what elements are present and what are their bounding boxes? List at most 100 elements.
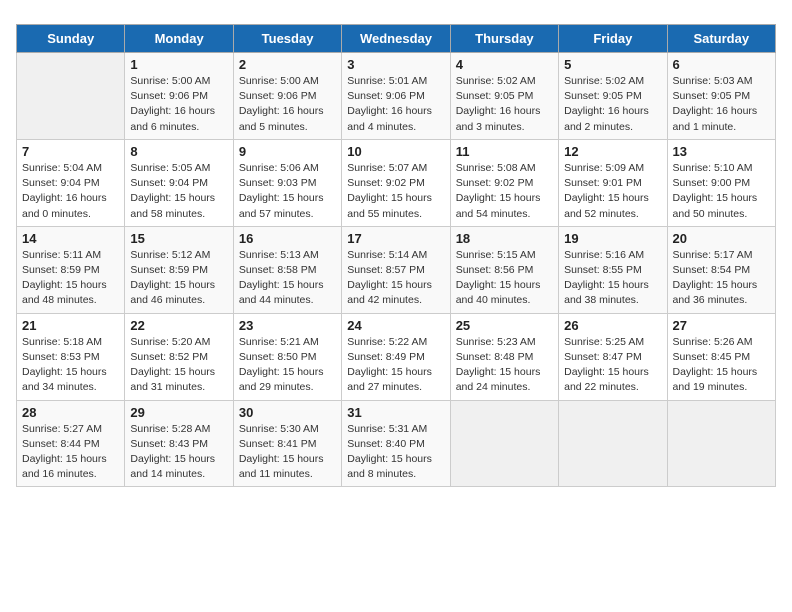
week-row-2: 7 Sunrise: 5:04 AMSunset: 9:04 PMDaylight… xyxy=(17,139,776,226)
day-cell xyxy=(17,53,125,140)
header-cell-tuesday: Tuesday xyxy=(233,25,341,53)
day-cell: 15Sunrise: 5:12 AMSunset: 8:59 PMDayligh… xyxy=(125,226,233,313)
day-number: 6 xyxy=(673,57,770,72)
day-cell: 18 Sunrise: 5:15 AMSunset: 8:56 PMDayligh… xyxy=(450,226,558,313)
day-info: Sunrise: 5:03 AMSunset: 9:05 PMDaylight:… xyxy=(673,74,770,135)
day-cell xyxy=(450,400,558,487)
header-cell-friday: Friday xyxy=(559,25,667,53)
week-row-5: 28 Sunrise: 5:27 AMSunset: 8:44 PMDayligh… xyxy=(17,400,776,487)
day-info: Sunrise: 5:05 AMSunset: 9:04 PMDaylight:… xyxy=(130,161,227,222)
day-cell: 25 Sunrise: 5:23 AMSunset: 8:48 PMDayligh… xyxy=(450,313,558,400)
day-cell: 10 Sunrise: 5:07 AMSunset: 9:02 PMDayligh… xyxy=(342,139,450,226)
day-info: Sunrise: 5:21 AMSunset: 8:50 PMDaylight:… xyxy=(239,335,336,396)
day-cell: 29 Sunrise: 5:28 AMSunset: 8:43 PMDayligh… xyxy=(125,400,233,487)
day-info: Sunrise: 5:16 AMSunset: 8:55 PMDaylight:… xyxy=(564,248,661,309)
day-number: 11 xyxy=(456,144,553,159)
day-info: Sunrise: 5:13 AMSunset: 8:58 PMDaylight:… xyxy=(239,248,336,309)
day-number: 21 xyxy=(22,318,119,333)
day-cell: 22 Sunrise: 5:20 AMSunset: 8:52 PMDayligh… xyxy=(125,313,233,400)
day-number: 13 xyxy=(673,144,770,159)
day-info: Sunrise: 5:08 AMSunset: 9:02 PMDaylight:… xyxy=(456,161,553,222)
day-number: 25 xyxy=(456,318,553,333)
day-info: Sunrise: 5:27 AMSunset: 8:44 PMDaylight:… xyxy=(22,422,119,483)
day-info: Sunrise: 5:02 AMSunset: 9:05 PMDaylight:… xyxy=(456,74,553,135)
day-info: Sunrise: 5:14 AMSunset: 8:57 PMDaylight:… xyxy=(347,248,444,309)
calendar-table: SundayMondayTuesdayWednesdayThursdayFrid… xyxy=(16,24,776,487)
day-number: 12 xyxy=(564,144,661,159)
day-number: 22 xyxy=(130,318,227,333)
day-cell: 3 Sunrise: 5:01 AMSunset: 9:06 PMDaylight… xyxy=(342,53,450,140)
day-cell: 27 Sunrise: 5:26 AMSunset: 8:45 PMDayligh… xyxy=(667,313,775,400)
day-cell: 2 Sunrise: 5:00 AMSunset: 9:06 PMDaylight… xyxy=(233,53,341,140)
day-number: 23 xyxy=(239,318,336,333)
day-number: 29 xyxy=(130,405,227,420)
day-info: Sunrise: 5:00 AMSunset: 9:06 PMDaylight:… xyxy=(239,74,336,135)
header-cell-sunday: Sunday xyxy=(17,25,125,53)
day-number: 2 xyxy=(239,57,336,72)
day-number: 4 xyxy=(456,57,553,72)
day-info: Sunrise: 5:23 AMSunset: 8:48 PMDaylight:… xyxy=(456,335,553,396)
day-info: Sunrise: 5:04 AMSunset: 9:04 PMDaylight:… xyxy=(22,161,119,222)
day-number: 15 xyxy=(130,231,227,246)
day-info: Sunrise: 5:11 AMSunset: 8:59 PMDaylight:… xyxy=(22,248,119,309)
day-cell: 31 Sunrise: 5:31 AMSunset: 8:40 PMDayligh… xyxy=(342,400,450,487)
day-info: Sunrise: 5:26 AMSunset: 8:45 PMDaylight:… xyxy=(673,335,770,396)
day-number: 26 xyxy=(564,318,661,333)
day-number: 18 xyxy=(456,231,553,246)
day-cell: 17Sunrise: 5:14 AMSunset: 8:57 PMDayligh… xyxy=(342,226,450,313)
day-info: Sunrise: 5:28 AMSunset: 8:43 PMDaylight:… xyxy=(130,422,227,483)
day-cell: 7 Sunrise: 5:04 AMSunset: 9:04 PMDaylight… xyxy=(17,139,125,226)
day-info: Sunrise: 5:31 AMSunset: 8:40 PMDaylight:… xyxy=(347,422,444,483)
day-info: Sunrise: 5:15 AMSunset: 8:56 PMDaylight:… xyxy=(456,248,553,309)
day-number: 19 xyxy=(564,231,661,246)
day-number: 14 xyxy=(22,231,119,246)
day-number: 24 xyxy=(347,318,444,333)
day-number: 20 xyxy=(673,231,770,246)
header-cell-wednesday: Wednesday xyxy=(342,25,450,53)
day-number: 9 xyxy=(239,144,336,159)
day-cell: 5Sunrise: 5:02 AMSunset: 9:05 PMDaylight… xyxy=(559,53,667,140)
day-number: 30 xyxy=(239,405,336,420)
day-cell: 14 Sunrise: 5:11 AMSunset: 8:59 PMDayligh… xyxy=(17,226,125,313)
day-cell: 28 Sunrise: 5:27 AMSunset: 8:44 PMDayligh… xyxy=(17,400,125,487)
day-cell: 8 Sunrise: 5:05 AMSunset: 9:04 PMDaylight… xyxy=(125,139,233,226)
day-cell: 1Sunrise: 5:00 AMSunset: 9:06 PMDaylight… xyxy=(125,53,233,140)
day-cell: 4 Sunrise: 5:02 AMSunset: 9:05 PMDaylight… xyxy=(450,53,558,140)
day-number: 28 xyxy=(22,405,119,420)
day-cell: 13Sunrise: 5:10 AMSunset: 9:00 PMDayligh… xyxy=(667,139,775,226)
header-cell-saturday: Saturday xyxy=(667,25,775,53)
day-info: Sunrise: 5:20 AMSunset: 8:52 PMDaylight:… xyxy=(130,335,227,396)
day-number: 8 xyxy=(130,144,227,159)
day-cell: 30Sunrise: 5:30 AMSunset: 8:41 PMDayligh… xyxy=(233,400,341,487)
day-number: 10 xyxy=(347,144,444,159)
day-cell: 16 Sunrise: 5:13 AMSunset: 8:58 PMDayligh… xyxy=(233,226,341,313)
day-cell: 6 Sunrise: 5:03 AMSunset: 9:05 PMDaylight… xyxy=(667,53,775,140)
day-cell: 21 Sunrise: 5:18 AMSunset: 8:53 PMDayligh… xyxy=(17,313,125,400)
day-info: Sunrise: 5:09 AMSunset: 9:01 PMDaylight:… xyxy=(564,161,661,222)
day-number: 16 xyxy=(239,231,336,246)
day-cell: 19 Sunrise: 5:16 AMSunset: 8:55 PMDayligh… xyxy=(559,226,667,313)
week-row-1: 1 Sunrise: 5:00 AMSunset: 9:06 PMDaylight… xyxy=(17,53,776,140)
header-row: SundayMondayTuesdayWednesdayThursdayFrid… xyxy=(17,25,776,53)
day-cell: 20 Sunrise: 5:17 AMSunset: 8:54 PMDayligh… xyxy=(667,226,775,313)
day-number: 31 xyxy=(347,405,444,420)
day-info: Sunrise: 5:01 AMSunset: 9:06 PMDaylight:… xyxy=(347,74,444,135)
day-info: Sunrise: 5:07 AMSunset: 9:02 PMDaylight:… xyxy=(347,161,444,222)
day-info: Sunrise: 5:22 AMSunset: 8:49 PMDaylight:… xyxy=(347,335,444,396)
day-cell: 11 Sunrise: 5:08 AMSunset: 9:02 PMDayligh… xyxy=(450,139,558,226)
header-cell-monday: Monday xyxy=(125,25,233,53)
day-info: Sunrise: 5:17 AMSunset: 8:54 PMDaylight:… xyxy=(673,248,770,309)
week-row-3: 14 Sunrise: 5:11 AMSunset: 8:59 PMDayligh… xyxy=(17,226,776,313)
day-number: 1 xyxy=(130,57,227,72)
day-cell xyxy=(559,400,667,487)
day-cell: 26Sunrise: 5:25 AMSunset: 8:47 PMDayligh… xyxy=(559,313,667,400)
day-info: Sunrise: 5:18 AMSunset: 8:53 PMDaylight:… xyxy=(22,335,119,396)
day-number: 3 xyxy=(347,57,444,72)
day-cell: 24 Sunrise: 5:22 AMSunset: 8:49 PMDayligh… xyxy=(342,313,450,400)
day-number: 7 xyxy=(22,144,119,159)
day-cell: 23 Sunrise: 5:21 AMSunset: 8:50 PMDayligh… xyxy=(233,313,341,400)
day-number: 27 xyxy=(673,318,770,333)
day-number: 5 xyxy=(564,57,661,72)
day-cell: 9Sunrise: 5:06 AMSunset: 9:03 PMDaylight… xyxy=(233,139,341,226)
day-cell xyxy=(667,400,775,487)
